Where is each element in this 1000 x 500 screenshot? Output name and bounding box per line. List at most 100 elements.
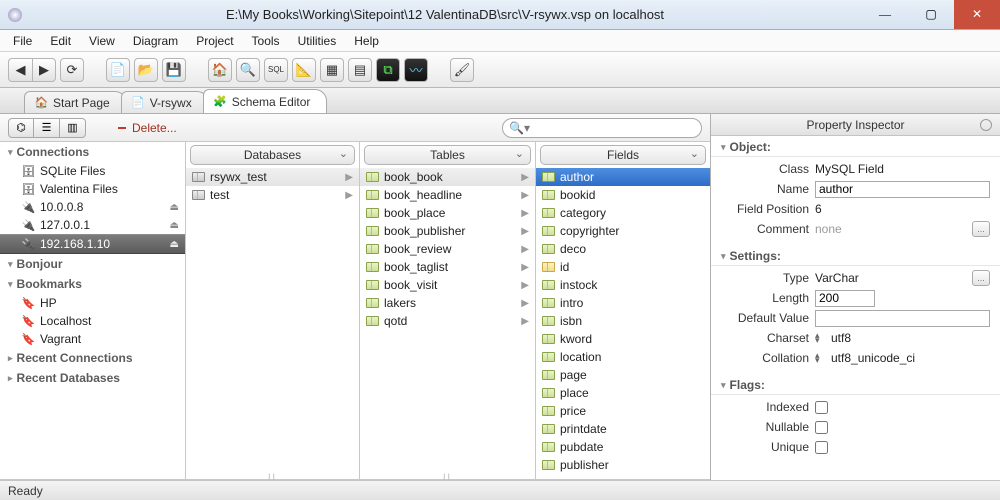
sidebar-item-vagrant[interactable]: 🔖Vagrant — [0, 330, 185, 348]
tab-start-page[interactable]: 🏠 Start Page — [24, 91, 127, 113]
menu-edit[interactable]: Edit — [43, 32, 78, 50]
input-name[interactable] — [815, 181, 990, 198]
color-picker-button[interactable]: 🖌 — [450, 58, 474, 82]
table-row[interactable]: book_book▶ — [360, 168, 535, 186]
eject-icon[interactable]: ⏏ — [170, 202, 179, 213]
field-row[interactable]: place — [536, 384, 710, 402]
menu-file[interactable]: File — [6, 32, 39, 50]
field-row[interactable]: printdate — [536, 420, 710, 438]
view-tree-button[interactable]: ⌬ — [8, 118, 34, 138]
field-row[interactable]: publisher — [536, 456, 710, 474]
field-row[interactable]: location — [536, 348, 710, 366]
eject-icon[interactable]: ⏏ — [170, 220, 179, 231]
database-row[interactable]: test▶ — [186, 186, 359, 204]
resize-handle[interactable]: II — [360, 475, 535, 479]
table-row[interactable]: book_review▶ — [360, 240, 535, 258]
value-charset[interactable]: utf8 — [831, 331, 990, 345]
tables-header[interactable]: Tables — [364, 145, 531, 165]
input-length[interactable] — [815, 290, 875, 307]
sidebar-item-hp[interactable]: 🔖HP — [0, 294, 185, 312]
home-button[interactable]: 🏠 — [208, 58, 232, 82]
new-file-button[interactable]: 📄 — [106, 58, 130, 82]
search-field[interactable]: 🔍▾ — [502, 118, 702, 138]
close-button[interactable]: ✕ — [954, 0, 1000, 29]
field-row[interactable]: id — [536, 258, 710, 276]
inspector-section-flags[interactable]: Flags: — [711, 374, 1000, 395]
field-row[interactable]: bookid — [536, 186, 710, 204]
sidebar-item-192-168-1-10[interactable]: 🔌192.168.1.10⏏ — [0, 234, 185, 254]
sidebar-item-sqlite-files[interactable]: 🗄SQLite Files — [0, 162, 185, 180]
table-row[interactable]: book_taglist▶ — [360, 258, 535, 276]
table-row[interactable]: lakers▶ — [360, 294, 535, 312]
sidebar-section-connections[interactable]: Connections — [0, 142, 185, 162]
menu-tools[interactable]: Tools — [245, 32, 287, 50]
sidebar-item-localhost[interactable]: 🔖Localhost — [0, 312, 185, 330]
type-picker-button[interactable]: … — [972, 270, 990, 286]
database-row[interactable]: rsywx_test▶ — [186, 168, 359, 186]
eject-icon[interactable]: ⏏ — [170, 239, 179, 250]
menu-view[interactable]: View — [82, 32, 122, 50]
table-row[interactable]: qotd▶ — [360, 312, 535, 330]
view-list-button[interactable]: ☰ — [34, 118, 60, 138]
collation-stepper[interactable]: ▴▾ — [815, 353, 825, 363]
sidebar-item-127-0-0-1[interactable]: 🔌127.0.0.1⏏ — [0, 216, 185, 234]
search-input[interactable] — [534, 121, 695, 135]
inspector-section-object[interactable]: Object: — [711, 136, 1000, 157]
value-collation[interactable]: utf8_unicode_ci — [831, 351, 990, 365]
inspector-section-settings[interactable]: Settings: — [711, 245, 1000, 266]
menu-help[interactable]: Help — [347, 32, 386, 50]
delete-button[interactable]: Delete... — [118, 121, 177, 135]
charset-stepper[interactable]: ▴▾ — [815, 333, 825, 343]
open-button[interactable]: 📂 — [134, 58, 158, 82]
forward-button[interactable]: ▶ — [32, 58, 56, 82]
monitor-button[interactable]: 〰 — [404, 58, 428, 82]
fields-header[interactable]: Fields — [540, 145, 706, 165]
field-row[interactable]: pubdate — [536, 438, 710, 456]
save-button[interactable]: 💾 — [162, 58, 186, 82]
field-row[interactable]: page — [536, 366, 710, 384]
view-columns-button[interactable]: ▥ — [60, 118, 86, 138]
back-button[interactable]: ◀ — [8, 58, 32, 82]
sidebar-section-bookmarks[interactable]: Bookmarks — [0, 274, 185, 294]
checkbox-nullable[interactable] — [815, 421, 828, 434]
sidebar-section-recent-databases[interactable]: Recent Databases — [0, 368, 185, 388]
field-row[interactable]: category — [536, 204, 710, 222]
tab-project[interactable]: 📄 V-rsywx — [121, 91, 209, 113]
table-row[interactable]: book_publisher▶ — [360, 222, 535, 240]
databases-header[interactable]: Databases — [190, 145, 355, 165]
menu-utilities[interactable]: Utilities — [291, 32, 344, 50]
menu-diagram[interactable]: Diagram — [126, 32, 185, 50]
design-button[interactable]: 📐 — [292, 58, 316, 82]
sidebar-item-10-0-0-8[interactable]: 🔌10.0.0.8⏏ — [0, 198, 185, 216]
field-row[interactable]: copyrighter — [536, 222, 710, 240]
sidebar-section-recent-connections[interactable]: Recent Connections — [0, 348, 185, 368]
field-row[interactable]: isbn — [536, 312, 710, 330]
checkbox-indexed[interactable] — [815, 401, 828, 414]
maximize-button[interactable]: ▢ — [908, 0, 954, 29]
input-default[interactable] — [815, 310, 990, 327]
field-row[interactable]: kword — [536, 330, 710, 348]
tab-schema-editor[interactable]: 🧩 Schema Editor — [203, 89, 328, 113]
menu-project[interactable]: Project — [189, 32, 240, 50]
value-type[interactable]: VarChar — [815, 271, 962, 285]
field-row[interactable]: instock — [536, 276, 710, 294]
field-row[interactable]: deco — [536, 240, 710, 258]
reload-button[interactable]: ⟳ — [60, 58, 84, 82]
table-row[interactable]: book_visit▶ — [360, 276, 535, 294]
table-row[interactable]: book_place▶ — [360, 204, 535, 222]
sidebar-section-bonjour[interactable]: Bonjour — [0, 254, 185, 274]
checkbox-unique[interactable] — [815, 441, 828, 454]
table-row[interactable]: book_headline▶ — [360, 186, 535, 204]
resize-handle[interactable]: II — [186, 475, 359, 479]
sidebar-item-valentina-files[interactable]: 🗄Valentina Files — [0, 180, 185, 198]
field-row[interactable]: price — [536, 402, 710, 420]
inspect-button[interactable]: 🔍 — [236, 58, 260, 82]
comment-more-button[interactable]: … — [972, 221, 990, 237]
table-button[interactable]: ▤ — [348, 58, 372, 82]
field-row[interactable]: intro — [536, 294, 710, 312]
minimize-button[interactable]: — — [862, 0, 908, 29]
sql-button[interactable]: SQL — [264, 58, 288, 82]
grid-button[interactable]: ▦ — [320, 58, 344, 82]
chart-button[interactable]: ⧉ — [376, 58, 400, 82]
field-row[interactable]: author — [536, 168, 710, 186]
